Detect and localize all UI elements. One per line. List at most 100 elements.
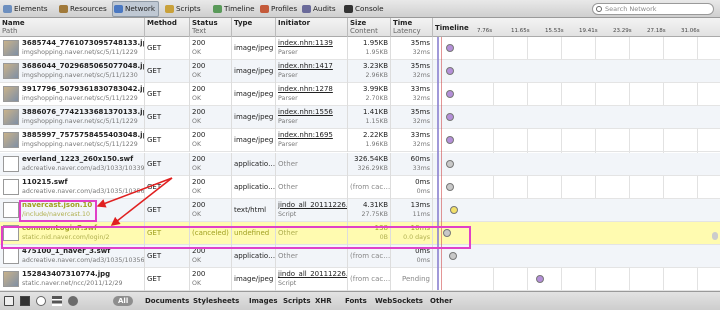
timeline-bar[interactable]: [446, 90, 454, 99]
timeline-bar[interactable]: [446, 182, 454, 191]
total-time: 0ms: [415, 246, 430, 255]
initiator-cell[interactable]: index.nhn:1278 Parser: [276, 83, 348, 107]
timeline-bar[interactable]: [443, 228, 451, 237]
column-header-size[interactable]: Size Content: [348, 18, 391, 37]
column-header-type[interactable]: Type: [232, 18, 276, 37]
table-row[interactable]: everland_1223_260x150.swf adcreative.nave…: [0, 152, 720, 176]
table-row[interactable]: 3917796_5079361830783042.jpg imgshopping.…: [0, 83, 720, 107]
timeline-bar[interactable]: [449, 251, 457, 260]
table-row[interactable]: 3685744_7761073095748133.jpg imgshopping.…: [0, 37, 720, 60]
column-type-label: Type: [234, 19, 253, 27]
initiator-link[interactable]: index.nhn:1417: [278, 62, 345, 71]
name-cell[interactable]: 110215.swf adcreative.naver.com/ad3/1035/…: [0, 175, 145, 199]
name-cell[interactable]: 3685744_7761073095748133.jpg imgshopping.…: [0, 37, 145, 60]
name-cell[interactable]: commonLoginF.swf static.nid.naver.com/log…: [0, 221, 145, 245]
transfer-size: 1.41KB: [363, 108, 388, 117]
name-cell[interactable]: 3885997_7575758455403048.jpg imgshopping.…: [0, 129, 145, 153]
status-code: 200: [192, 270, 206, 278]
timeline-bar[interactable]: [446, 159, 454, 168]
column-header-name[interactable]: Name Path: [0, 18, 145, 37]
tab-label: Timeline: [224, 4, 255, 13]
filter-scripts[interactable]: Scripts: [283, 296, 311, 306]
column-header-status[interactable]: Status Text: [190, 18, 232, 37]
filter-xhr[interactable]: XHR: [315, 296, 332, 306]
resource-path: adcreative.naver.com/ad3/1035/10356: [22, 256, 145, 264]
table-row[interactable]: navercast.json.10/include/navercast.10 GE…: [0, 198, 720, 222]
initiator-link[interactable]: jindo_all_20111226.min: [278, 270, 347, 279]
status-code: 200: [192, 39, 206, 47]
filter-websockets[interactable]: WebSockets: [375, 296, 423, 306]
search-icon: [596, 6, 602, 12]
console-toggle-icon[interactable]: [20, 296, 30, 306]
column-header-method[interactable]: Method: [145, 18, 190, 37]
name-cell[interactable]: everland_1223_260x150.swf adcreative.nave…: [0, 152, 145, 176]
timeline-bar[interactable]: [450, 205, 458, 214]
resource-path: adcreative.naver.com/ad3/1035/10356: [22, 187, 145, 195]
clear-icon[interactable]: [36, 296, 46, 306]
search-input[interactable]: Search Network: [592, 3, 714, 15]
initiator-type: Parser: [278, 72, 298, 80]
initiator-link[interactable]: index.nhn:1278: [278, 85, 345, 94]
tab-audits[interactable]: Audits: [301, 2, 336, 16]
record-icon[interactable]: [68, 296, 78, 306]
method-cell: GET: [145, 152, 190, 176]
table-row[interactable]: 3686044_7029685065077048.jpg imgshopping.…: [0, 60, 720, 84]
initiator-cell[interactable]: index.nhn:1695 Parser: [276, 129, 348, 153]
resource-name: 3917796_5079361830783042.jpg: [22, 85, 145, 94]
filter-all[interactable]: All: [113, 296, 134, 306]
vertical-scrollbar-thumb[interactable]: [712, 232, 718, 240]
name-cell[interactable]: 3686044_7029685065077048.jpg imgshopping.…: [0, 60, 145, 84]
tab-console[interactable]: Console: [343, 2, 384, 16]
tab-profiles[interactable]: Profiles: [259, 2, 297, 16]
initiator-cell[interactable]: jindo_all_20111226.minScript: [276, 268, 348, 291]
table-row[interactable]: 110215.swf adcreative.naver.com/ad3/1035/…: [0, 175, 720, 199]
table-row[interactable]: 475100_1_naver_3.swf adcreative.naver.com…: [0, 244, 720, 268]
tab-scripts[interactable]: Scripts: [164, 2, 201, 16]
status-text: OK: [192, 164, 202, 172]
tab-elements[interactable]: Elements: [2, 2, 48, 16]
name-cell[interactable]: navercast.json.10/include/navercast.10: [0, 198, 145, 222]
initiator-link[interactable]: index.nhn:1695: [278, 131, 345, 140]
table-row[interactable]: 152843407310774.jpg static.naver.net/ncc/…: [0, 268, 720, 291]
name-cell[interactable]: 3886076_7742133681370133.jpg imgshopping.…: [0, 106, 145, 130]
filter-documents[interactable]: Documents: [145, 296, 189, 306]
initiator-link[interactable]: index.nhn:1139: [278, 39, 345, 48]
timeline-tick-label: 23.29s: [613, 28, 632, 34]
timeline-bar[interactable]: [446, 113, 454, 122]
status-cell: 200 OK: [190, 268, 232, 291]
initiator-link[interactable]: index.nhn:1556: [278, 108, 345, 117]
dock-icon[interactable]: [4, 296, 14, 306]
filter-fonts[interactable]: Fonts: [345, 296, 367, 306]
initiator-cell[interactable]: jindo_all_20111226.minScript: [276, 198, 348, 222]
name-cell[interactable]: 475100_1_naver_3.swf adcreative.naver.com…: [0, 244, 145, 268]
method-cell: GET: [145, 198, 190, 222]
latency: 32ms: [412, 49, 430, 56]
timeline-bar[interactable]: [446, 136, 454, 145]
initiator-link[interactable]: jindo_all_20111226.min: [278, 201, 347, 210]
large-rows-icon[interactable]: [52, 296, 62, 306]
resource-name: 110215.swf: [22, 177, 68, 186]
timeline-bar[interactable]: [536, 275, 544, 283]
table-row[interactable]: commonLoginF.swf static.nid.naver.com/log…: [0, 221, 720, 245]
tab-timeline[interactable]: Timeline: [212, 2, 255, 16]
column-header-time[interactable]: Time Latency: [391, 18, 433, 37]
filter-images[interactable]: Images: [249, 296, 278, 306]
timeline-bar[interactable]: [446, 67, 454, 76]
tab-resources[interactable]: Resources: [58, 2, 107, 16]
initiator-cell[interactable]: index.nhn:1556 Parser: [276, 106, 348, 130]
name-cell[interactable]: 152843407310774.jpg static.naver.net/ncc/…: [0, 268, 145, 291]
latency: 32ms: [412, 141, 430, 149]
latency: 11ms: [412, 210, 430, 218]
name-cell[interactable]: 3917796_5079361830783042.jpg imgshopping.…: [0, 83, 145, 107]
column-header-initiator[interactable]: Initiator: [276, 18, 348, 37]
resource-name: 3886076_7742133681370133.jpg: [22, 108, 145, 117]
method-cell: GET: [145, 37, 190, 60]
filter-other[interactable]: Other: [430, 296, 452, 306]
initiator-cell[interactable]: index.nhn:1139 Parser: [276, 37, 348, 60]
table-row[interactable]: 3885997_7575758455403048.jpg imgshopping.…: [0, 129, 720, 153]
tab-network[interactable]: Network: [112, 1, 160, 17]
initiator-cell[interactable]: index.nhn:1417 Parser: [276, 60, 348, 84]
filter-stylesheets[interactable]: Stylesheets: [193, 296, 239, 306]
timeline-bar[interactable]: [446, 44, 454, 52]
table-row[interactable]: 3886076_7742133681370133.jpg imgshopping.…: [0, 106, 720, 130]
